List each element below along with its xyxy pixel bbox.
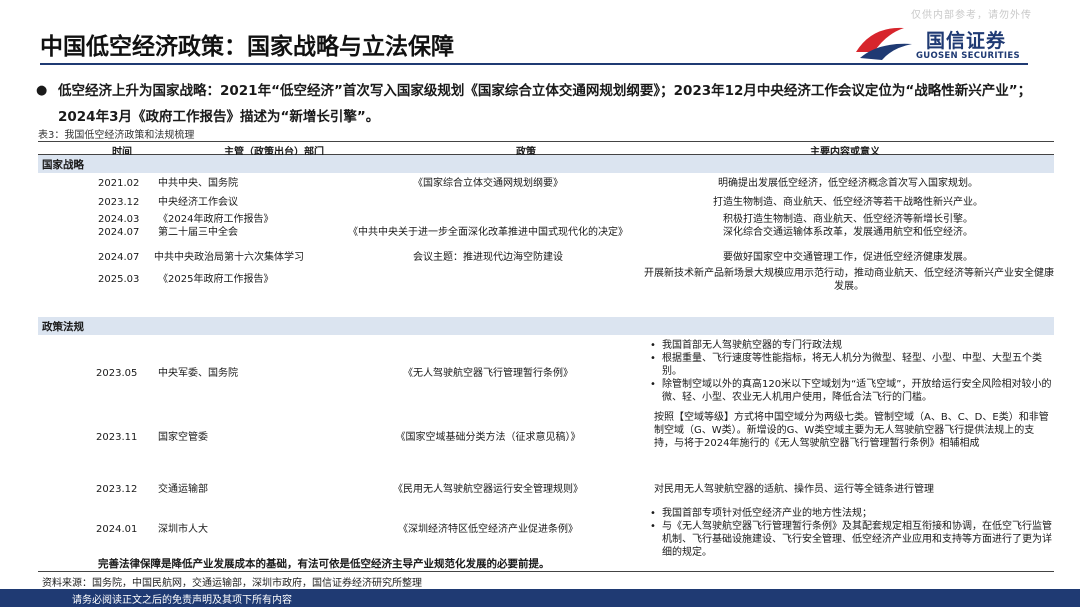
row-dept: 中共中央、国务院: [158, 178, 238, 189]
row-time: 2021.02: [98, 178, 140, 189]
section-policy-regulation: 政策法规: [38, 317, 1054, 335]
page-title: 中国低空经济政策：国家战略与立法保障: [40, 34, 454, 60]
row-time: 2024.07: [98, 252, 140, 263]
row-time: 2023.12: [98, 197, 140, 208]
row-content: 要做好国家空中交通管理工作，促进低空经济健康发展。: [723, 252, 973, 263]
row-policy: 《深圳经济特区低空经济产业促进条例》: [398, 524, 578, 535]
conclusion-text: 完善法律保障是降低产业发展成本的基础，有法可依是低空经济主导产业规范化发展的必要…: [98, 558, 550, 570]
row-content-list: 我国首部专项针对低空经济产业的地方性法规； 与《无人驾驶航空器飞行管理暂行条例》…: [650, 507, 1056, 559]
source-divider: [38, 571, 1054, 572]
list-item: 根据重量、飞行速度等性能指标，将无人机分为微型、轻型、小型、中型、大型五个类别。: [650, 352, 1056, 378]
logo-chinese-name: 国信证券: [926, 30, 1007, 52]
row-time: 2023.05: [96, 368, 138, 379]
row-dept: 第二十届三中全会: [158, 227, 238, 238]
table-row: 2023.05 中央军委、国务院 《无人驾驶航空器飞行管理暂行条例》 我国首部无…: [38, 335, 1054, 409]
source-note: 资料来源：国务院，中国民航网，交通运输部，深圳市政府，国信证券经济研究所整理: [42, 578, 422, 589]
table-row: 2024.01 深圳市人大 《深圳经济特区低空经济产业促进条例》 我国首部专项针…: [38, 503, 1054, 561]
table-row: 2021.02 中共中央、国务院 《国家综合立体交通网规划纲要》 明确提出发展低…: [38, 173, 1054, 193]
summary-bullet: ● 低空经济上升为国家战略：2021年“低空经济”首次写入国家级规划《国家综合立…: [36, 78, 1050, 130]
section-label: 国家战略: [42, 159, 84, 171]
table-row: 2023.12 中央经济工作会议 打造生物制造、商业航天、低空经济等若干战略性新…: [38, 193, 1054, 211]
bullet-dot-icon: ●: [36, 83, 48, 98]
row-content: 深化综合交通运输体系改革，发展通用航空和低空经济。: [723, 227, 973, 238]
list-item: 我国首部无人驾驶航空器的专门行政法规: [650, 339, 1056, 352]
row-content: 开展新技术新产品新场景大规模应用示范行动，推动商业航天、低空经济等新兴产业安全健…: [644, 268, 1054, 292]
row-content: 打造生物制造、商业航天、低空经济等若干战略性新兴产业。: [713, 197, 983, 208]
row-dept: 交通运输部: [158, 484, 208, 495]
row-policy: 《国家空域基础分类方法（征求意见稿）》: [395, 432, 581, 443]
row-dept: 《2025年政府工作报告》: [158, 274, 274, 285]
watermark-text: 仅供内部参考，请勿外传: [911, 10, 1032, 21]
row-dept: 中共中央政治局第十六次集体学习: [154, 252, 304, 263]
section-national-strategy: 国家战略: [38, 155, 1054, 173]
list-item: 除管制空域以外的真高120米以下空域划为“适飞空域”，开放给运行安全风险相对较小…: [650, 378, 1056, 404]
row-dept: 深圳市人大: [158, 524, 208, 535]
row-policy: 《国家综合立体交通网规划纲要》: [413, 178, 563, 189]
row-policy: 《无人驾驶航空器飞行管理暂行条例》: [403, 368, 573, 379]
row-time: 2024.07: [98, 227, 140, 238]
row-dept: 中央军委、国务院: [158, 368, 238, 379]
table-row: 2025.03 《2025年政府工作报告》 开展新技术新产品新场景大规模应用示范…: [38, 268, 1054, 303]
row-content: 明确提出发展低空经济，低空经济概念首次写入国家规划。: [718, 178, 978, 189]
row-time: 2023.12: [96, 484, 138, 495]
row-time: 2025.03: [98, 274, 140, 285]
row-time: 2024.01: [96, 524, 138, 535]
list-item: 我国首部专项针对低空经济产业的地方性法规；: [650, 507, 1056, 520]
row-policy: 会议主题：推进现代边海空防建设: [413, 252, 563, 263]
summary-line-2: 2024年3月《政府工作报告》描述为“新增长引擎”。: [58, 109, 380, 125]
table-row: 2024.07 中共中央政治局第十六次集体学习 会议主题：推进现代边海空防建设 …: [38, 245, 1054, 269]
row-dept: 国家空管委: [158, 432, 208, 443]
row-content: 对民用无人驾驶航空器的适航、操作员、运行等全链条进行管理: [654, 484, 934, 495]
table-row: 2023.11 国家空管委 《国家空域基础分类方法（征求意见稿）》 按照【空域等…: [38, 409, 1054, 475]
row-policy: 《中共中央关于进一步全面深化改革推进中国式现代化的决定》: [348, 227, 628, 238]
table-row: 2023.12 交通运输部 《民用无人驾驶航空器运行安全管理规则》 对民用无人驾…: [38, 475, 1054, 503]
table-header-row: 时间 主管（政策出台）部门 政策 主要内容或意义: [38, 141, 1054, 158]
row-policy: 《民用无人驾驶航空器运行安全管理规则》: [393, 484, 583, 495]
list-item: 与《无人驾驶航空器飞行管理暂行条例》及其配套规定相互衔接和协调，在低空飞行监管机…: [650, 520, 1056, 559]
row-time: 2023.11: [96, 432, 138, 443]
section-label: 政策法规: [42, 321, 84, 333]
row-content: 按照【空域等级】方式将中国空域分为两级七类。管制空域（A、B、C、D、E类）和非…: [654, 412, 1049, 449]
table-caption: 表3：我国低空经济政策和法规梳理: [38, 130, 195, 141]
row-dept: 中央经济工作会议: [158, 197, 238, 208]
table-row: 2024.07 第二十届三中全会 《中共中央关于进一步全面深化改革推进中国式现代…: [38, 225, 1054, 245]
footer-bar: 请务必阅读正文之后的免责声明及其项下所有内容: [0, 589, 1080, 607]
summary-line-1: 低空经济上升为国家战略：2021年“低空经济”首次写入国家级规划《国家综合立体交…: [58, 83, 1032, 99]
row-content-list: 我国首部无人驾驶航空器的专门行政法规 根据重量、飞行速度等性能指标，将无人机分为…: [650, 339, 1056, 404]
policy-table: 时间 主管（政策出台）部门 政策 主要内容或意义 国家战略 2021.02 中共…: [38, 141, 1054, 561]
table-row: 2024.03 《2024年政府工作报告》 积极打造生物制造、商业航天、低空经济…: [38, 211, 1054, 225]
guosen-logo-mark-icon: [856, 27, 912, 60]
logo-english-name: GUOSEN SECURITIES: [916, 51, 1020, 61]
guosen-logo: 国信证券 GUOSEN SECURITIES: [852, 22, 1022, 66]
footer-disclaimer: 请务必阅读正文之后的免责声明及其项下所有内容: [72, 595, 292, 606]
